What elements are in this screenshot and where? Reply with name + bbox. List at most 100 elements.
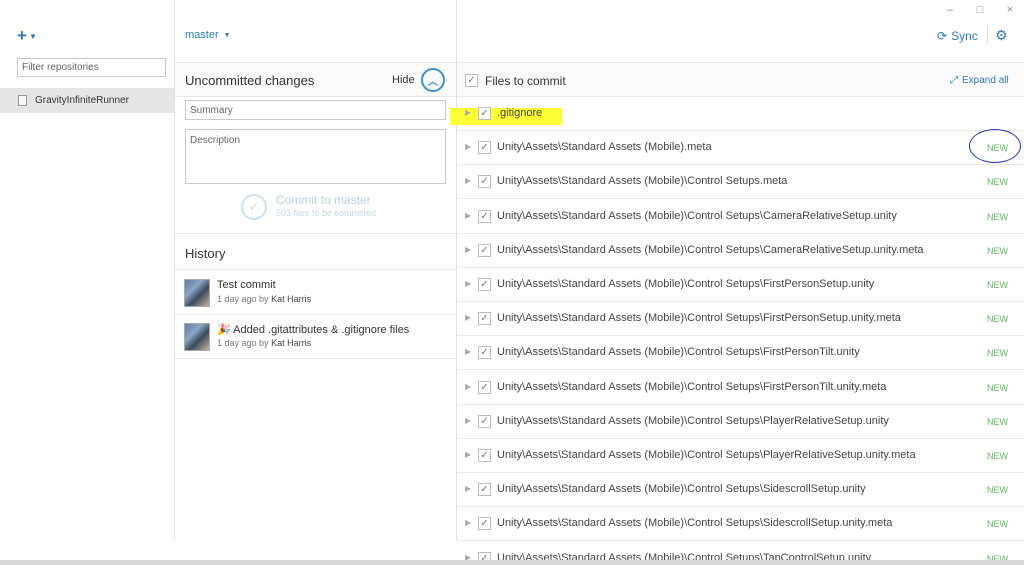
file-checkbox[interactable]: ✓ xyxy=(478,312,491,326)
sync-button[interactable]: ⟳ Sync xyxy=(937,29,978,43)
file-path: Unity\Assets\Standard Assets (Mobile)\Co… xyxy=(497,278,875,290)
commit-author: Kat Harris xyxy=(271,294,312,304)
branch-name: master xyxy=(185,29,219,41)
gear-icon[interactable]: ⚙ xyxy=(995,27,1008,44)
commit-meta: 1 day ago by Kat Harris xyxy=(217,338,311,348)
add-repository-button[interactable]: + ▼ xyxy=(17,26,37,46)
file-path: Unity\Assets\Standard Assets (Mobile)\Co… xyxy=(497,414,889,427)
commit-author: Kat Harris xyxy=(271,338,312,348)
checkmark-icon: ✓ xyxy=(241,194,267,220)
filter-repositories-input[interactable] xyxy=(17,58,166,77)
summary-input[interactable] xyxy=(185,100,446,120)
history-title: History xyxy=(185,246,226,261)
expand-icon: ⤢ xyxy=(950,75,958,86)
file-row[interactable]: ▶ ✓ Unity\Assets\Standard Assets (Mobile)\… xyxy=(457,439,1024,473)
expand-arrow-icon[interactable]: ▶ xyxy=(465,108,471,117)
commit-button[interactable]: ✓ Commit to master 503 files to be commi… xyxy=(241,192,421,224)
expand-arrow-icon[interactable]: ▶ xyxy=(465,347,471,356)
status-badge: NEW xyxy=(987,211,1008,222)
bottom-scrollbar[interactable] xyxy=(0,560,1024,565)
status-badge: NEW xyxy=(987,485,1008,496)
commit-file-count: 503 files to be committed xyxy=(276,208,377,218)
expand-arrow-icon[interactable]: ▶ xyxy=(465,313,471,322)
file-row[interactable]: ▶ ✓ Unity\Assets\Standard Assets (Mobile)\… xyxy=(457,405,1024,439)
status-badge: NEW xyxy=(987,177,1008,188)
expand-arrow-icon[interactable]: ▶ xyxy=(465,450,471,459)
file-path: Unity\Assets\Standard Assets (Mobile)\Co… xyxy=(497,175,788,188)
files-header-label: Files to commit xyxy=(485,74,566,88)
files-header: ✓ Files to commit ⤢ Expand all xyxy=(457,62,1024,97)
annotation-circle xyxy=(969,129,1021,163)
expand-arrow-icon[interactable]: ▶ xyxy=(465,142,471,151)
file-checkbox[interactable]: ✓ xyxy=(478,141,491,155)
repository-item[interactable]: GravityInfiniteRunner xyxy=(0,88,174,113)
file-checkbox[interactable]: ✓ xyxy=(478,243,491,257)
file-path: Unity\Assets\Standard Assets (Mobile)\Co… xyxy=(497,209,897,222)
file-row[interactable]: ▶ ✓ Unity\Assets\Standard Assets (Mobile)\… xyxy=(457,371,1024,405)
history-item[interactable]: Test commit 1 day ago by Kat Harris xyxy=(175,271,456,315)
file-row[interactable]: ▶ ✓ .gitignore xyxy=(457,97,1024,131)
file-row[interactable]: ▶ ✓ Unity\Assets\Standard Assets (Mobile)\… xyxy=(457,234,1024,268)
chevron-down-icon: ▼ xyxy=(223,31,231,39)
commit-time: 1 day ago by xyxy=(217,338,269,348)
file-checkbox[interactable]: ✓ xyxy=(478,517,491,531)
file-row[interactable]: ▶ ✓ Unity\Assets\Standard Assets (Mobile)\… xyxy=(457,336,1024,371)
chevron-down-icon: ▼ xyxy=(28,31,37,41)
select-all-checkbox[interactable]: ✓ xyxy=(465,74,478,87)
status-badge: NEW xyxy=(987,382,1008,393)
file-path: .gitignore xyxy=(497,107,543,119)
file-checkbox[interactable]: ✓ xyxy=(478,380,491,394)
sync-label: Sync xyxy=(951,29,978,43)
status-badge: NEW xyxy=(987,451,1008,461)
file-checkbox[interactable]: ✓ xyxy=(478,107,491,120)
expand-arrow-icon[interactable]: ▶ xyxy=(465,245,471,254)
status-badge: NEW xyxy=(987,416,1008,427)
status-badge: NEW xyxy=(987,314,1008,325)
commit-time: 1 day ago by xyxy=(217,294,269,304)
file-path: Unity\Assets\Standard Assets (Mobile)\Co… xyxy=(497,449,916,461)
expand-arrow-icon[interactable]: ▶ xyxy=(465,484,471,493)
expand-arrow-icon[interactable]: ▶ xyxy=(465,382,471,391)
file-row[interactable]: ▶ ✓ Unity\Assets\Standard Assets (Mobile)\… xyxy=(457,268,1024,302)
expand-all-button[interactable]: ⤢ Expand all xyxy=(950,75,1009,86)
uncommitted-header: Uncommitted changes Hide ︿ xyxy=(175,62,456,97)
uncommitted-title: Uncommitted changes xyxy=(185,73,315,88)
collapse-icon[interactable]: ︿ xyxy=(421,68,445,92)
file-path: Unity\Assets\Standard Assets (Mobile)\Co… xyxy=(497,483,866,496)
plus-icon: + xyxy=(17,26,27,45)
file-checkbox[interactable]: ✓ xyxy=(478,346,491,360)
file-row[interactable]: ▶ ✓ Unity\Assets\Standard Assets (Mobile)\… xyxy=(457,200,1024,234)
file-row[interactable]: ▶ ✓ Unity\Assets\Standard Assets (Mobile)\… xyxy=(457,165,1024,200)
file-path: Unity\Assets\Standard Assets (Mobile)\Co… xyxy=(497,380,887,393)
file-path: Unity\Assets\Standard Assets (Mobile)\Co… xyxy=(497,517,893,530)
file-checkbox[interactable]: ✓ xyxy=(478,278,491,291)
repository-icon xyxy=(18,95,27,106)
expand-arrow-icon[interactable]: ▶ xyxy=(465,176,471,185)
hide-label[interactable]: Hide xyxy=(392,74,415,86)
file-row[interactable]: ▶ ✓ Unity\Assets\Standard Assets (Mobile)\… xyxy=(457,507,1024,542)
file-checkbox[interactable]: ✓ xyxy=(478,175,491,189)
file-checkbox[interactable]: ✓ xyxy=(478,414,491,428)
commit-message: Test commit xyxy=(217,279,276,291)
file-path: Unity\Assets\Standard Assets (Mobile)\Co… xyxy=(497,243,924,256)
files-pane: ⟳ Sync ⚙ ✓ Files to commit ⤢ Expand all … xyxy=(457,0,1024,565)
avatar xyxy=(184,323,210,351)
file-checkbox[interactable]: ✓ xyxy=(478,449,491,462)
history-item[interactable]: 🎉 Added .gitattributes & .gitignore file… xyxy=(175,315,456,359)
file-checkbox[interactable]: ✓ xyxy=(478,483,491,497)
expand-arrow-icon[interactable]: ▶ xyxy=(465,416,471,425)
expand-arrow-icon[interactable]: ▶ xyxy=(465,279,471,288)
commit-label: Commit to master xyxy=(276,193,371,207)
file-row[interactable]: ▶ ✓ Unity\Assets\Standard Assets (Mobile).… xyxy=(457,131,1024,166)
file-path: Unity\Assets\Standard Assets (Mobile).me… xyxy=(497,141,712,154)
repository-sidebar: + ▼ GravityInfiniteRunner xyxy=(0,0,175,540)
file-row[interactable]: ▶ ✓ Unity\Assets\Standard Assets (Mobile)\… xyxy=(457,302,1024,337)
file-row[interactable]: ▶ ✓ Unity\Assets\Standard Assets (Mobile)\… xyxy=(457,473,1024,508)
expand-arrow-icon[interactable]: ▶ xyxy=(465,518,471,527)
expand-arrow-icon[interactable]: ▶ xyxy=(465,211,471,220)
history-header: History xyxy=(175,233,456,270)
description-input[interactable] xyxy=(185,129,446,184)
commit-message: 🎉 Added .gitattributes & .gitignore file… xyxy=(217,324,410,336)
branch-selector[interactable]: master ▼ xyxy=(185,29,231,41)
file-checkbox[interactable]: ✓ xyxy=(478,209,491,223)
